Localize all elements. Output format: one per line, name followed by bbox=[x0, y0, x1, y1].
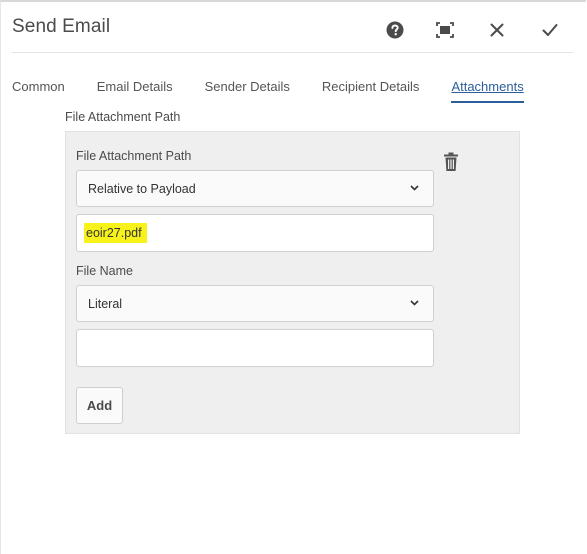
close-button[interactable] bbox=[483, 17, 511, 43]
file-path-value: eoir27.pdf bbox=[84, 223, 147, 243]
file-name-type-value: Literal bbox=[88, 296, 123, 311]
tab-recipient-details[interactable]: Recipient Details bbox=[322, 79, 420, 103]
header-actions bbox=[381, 17, 564, 43]
dialog-title: Send Email bbox=[12, 16, 111, 37]
fullscreen-button[interactable] bbox=[431, 17, 459, 43]
help-button[interactable] bbox=[381, 17, 409, 43]
help-icon bbox=[386, 21, 404, 39]
file-path-input[interactable]: eoir27.pdf bbox=[76, 214, 434, 252]
file-name-input[interactable] bbox=[76, 329, 434, 367]
tab-attachments[interactable]: Attachments bbox=[451, 79, 524, 103]
chevron-down-icon bbox=[410, 185, 419, 191]
path-type-select[interactable]: Relative to Payload bbox=[76, 170, 434, 207]
path-type-value: Relative to Payload bbox=[88, 181, 196, 196]
fullscreen-icon bbox=[436, 22, 454, 38]
attachment-panel: File Attachment Path Relative to Payload… bbox=[65, 131, 520, 434]
file-attachment-path-label: File Attachment Path bbox=[76, 149, 192, 163]
file-name-label: File Name bbox=[76, 264, 133, 278]
file-name-type-select[interactable]: Literal bbox=[76, 285, 434, 322]
trash-icon[interactable] bbox=[442, 152, 460, 172]
close-icon bbox=[490, 23, 504, 37]
section-label: File Attachment Path bbox=[65, 110, 181, 124]
tab-bar: Common Email Details Sender Details Reci… bbox=[12, 79, 556, 103]
send-email-dialog: Send Email Common Email Details Sender D… bbox=[0, 0, 586, 554]
tab-common[interactable]: Common bbox=[12, 79, 65, 103]
done-button[interactable] bbox=[536, 17, 564, 43]
header-divider bbox=[12, 52, 573, 53]
tab-email-details[interactable]: Email Details bbox=[97, 79, 173, 103]
tab-sender-details[interactable]: Sender Details bbox=[205, 79, 290, 103]
chevron-down-icon bbox=[410, 300, 419, 306]
checkmark-icon bbox=[542, 24, 558, 36]
add-button[interactable]: Add bbox=[76, 387, 123, 424]
